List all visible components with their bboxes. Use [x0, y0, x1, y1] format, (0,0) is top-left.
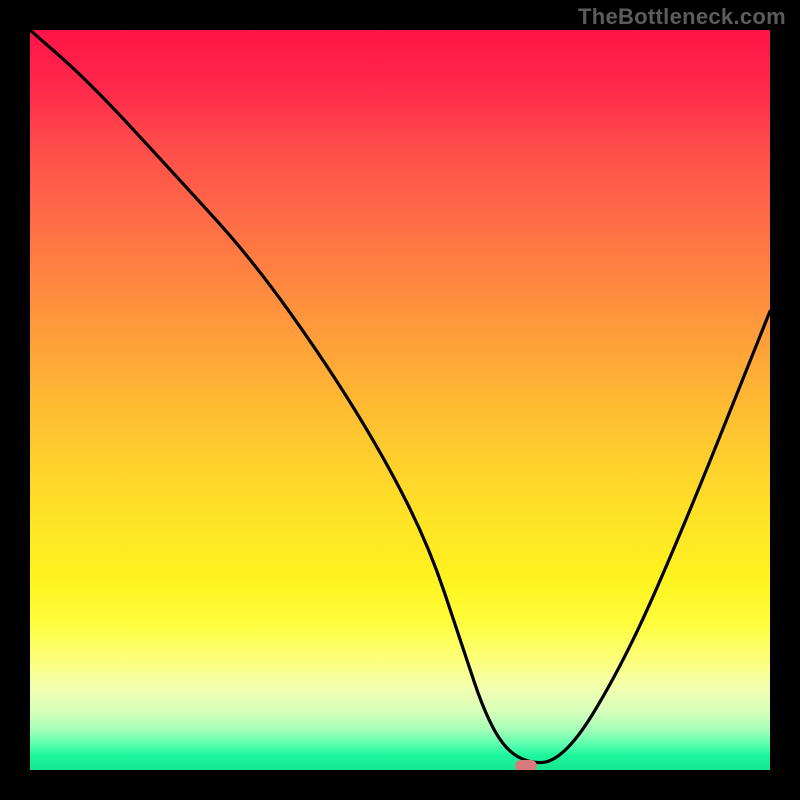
curve-path [30, 30, 770, 763]
watermark-text: TheBottleneck.com [578, 4, 786, 30]
chart-frame: TheBottleneck.com [0, 0, 800, 800]
bottleneck-curve [30, 30, 770, 770]
plot-area [30, 30, 770, 770]
optimal-marker [515, 760, 537, 770]
